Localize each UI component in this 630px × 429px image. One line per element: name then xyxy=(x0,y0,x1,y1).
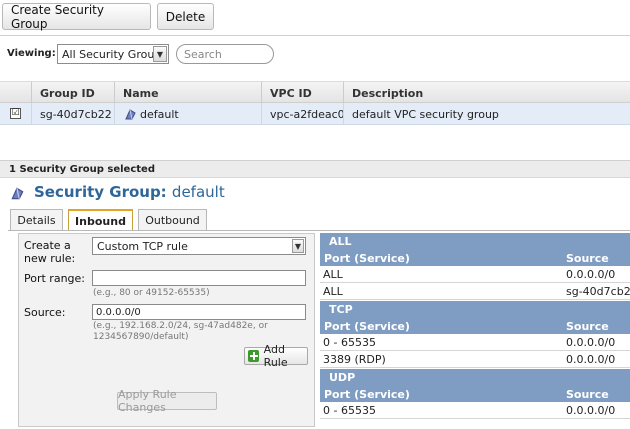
tab-divider xyxy=(8,230,630,231)
port-column-header: Port (Service) xyxy=(324,251,410,265)
cell-group-id: sg-40d7cb22 xyxy=(40,107,112,121)
chevron-down-icon[interactable]: ▼ xyxy=(292,239,304,253)
source-hint: (e.g., 192.168.2.0/24, sg-47ad482e, or xyxy=(93,321,268,331)
rule-port: 0 - 65535 xyxy=(323,403,376,417)
rule-row: ALL sg-40d7cb22 xyxy=(320,283,630,300)
source-column-header: Source xyxy=(566,251,609,265)
port-range-hint: (e.g., 80 or 49152-65535) xyxy=(93,288,210,298)
source-column-header: Source xyxy=(566,319,609,333)
add-rule-label: Add Rule xyxy=(263,343,288,369)
rule-port: 3389 (RDP) xyxy=(323,352,386,366)
create-rule-label: Create a xyxy=(24,239,71,252)
detail-title-prefix: Security Group: xyxy=(34,183,167,201)
tab-details[interactable]: Details xyxy=(10,209,63,230)
rule-port: ALL xyxy=(323,267,343,281)
rule-group-header: Port (Service) Source xyxy=(320,318,630,334)
delete-button[interactable]: Delete xyxy=(157,3,214,30)
rule-row: 0 - 65535 0.0.0.0/0 xyxy=(320,334,630,351)
rule-source: 0.0.0.0/0 xyxy=(566,267,616,281)
column-divider xyxy=(114,103,115,125)
rule-port: ALL xyxy=(323,284,343,298)
cell-vpc-id: vpc-a2fdeac0 xyxy=(270,107,345,121)
selection-status: 1 Security Group selected xyxy=(0,160,630,178)
rule-port: 0 - 65535 xyxy=(323,335,376,349)
port-column-header: Port (Service) xyxy=(324,319,410,333)
cell-name: default xyxy=(140,107,179,121)
rule-group-title: ALL xyxy=(320,233,630,250)
rule-type-select[interactable]: Custom TCP rule ▼ xyxy=(92,237,306,255)
detail-title: Security Group: default xyxy=(34,183,225,201)
rule-row: 0 - 65535 0.0.0.0/0 xyxy=(320,402,630,419)
rule-row: 3389 (RDP) 0.0.0.0/0 xyxy=(320,351,630,368)
rule-group-title: TCP xyxy=(320,301,630,318)
source-column-header: Source xyxy=(566,387,609,401)
apply-rule-changes-button[interactable]: Apply Rule Changes xyxy=(117,388,217,414)
search-input[interactable]: Search xyxy=(176,44,274,64)
tab-inbound[interactable]: Inbound xyxy=(68,209,133,231)
rule-source: 0.0.0.0/0 xyxy=(566,403,616,417)
chevron-down-icon[interactable]: ▼ xyxy=(153,46,167,62)
inbound-rules-list: ALL Port (Service) Source ALL 0.0.0.0/0 … xyxy=(320,233,630,429)
rule-source: 0.0.0.0/0 xyxy=(566,335,616,349)
viewing-label: Viewing: xyxy=(7,48,56,59)
rule-type-value: Custom TCP rule xyxy=(97,239,188,253)
port-column-header: Port (Service) xyxy=(324,387,410,401)
viewing-select[interactable]: All Security Groups ▼ xyxy=(57,44,169,64)
table-row[interactable]: ☑ sg-40d7cb22 default vpc-a2fdeac0 defau… xyxy=(0,103,630,125)
rule-source: sg-40d7cb22 xyxy=(566,284,630,298)
rule-group-title: UDP xyxy=(320,369,630,386)
table-header: Group ID Name VPC ID Description xyxy=(0,81,630,104)
cell-description: default VPC security group xyxy=(352,107,499,121)
column-header-name[interactable]: Name xyxy=(115,82,159,104)
source-hint-line2: 1234567890/default) xyxy=(93,332,189,342)
port-range-label: Port range: xyxy=(24,272,85,285)
column-header-vpc-id[interactable]: VPC ID xyxy=(262,82,312,104)
security-group-icon xyxy=(11,187,24,200)
rule-source: 0.0.0.0/0 xyxy=(566,352,616,366)
port-range-input[interactable] xyxy=(92,270,306,286)
source-input[interactable]: 0.0.0.0/0 xyxy=(92,304,306,320)
rule-group-header: Port (Service) Source xyxy=(320,386,630,402)
source-label: Source: xyxy=(24,306,66,319)
create-rule-label-line2: new rule: xyxy=(24,252,76,265)
rule-row: ALL 0.0.0.0/0 xyxy=(320,266,630,283)
tab-outbound[interactable]: Outbound xyxy=(138,209,207,230)
detail-title-value: default xyxy=(171,183,225,201)
column-header-group-id[interactable]: Group ID xyxy=(32,82,95,104)
add-rule-button[interactable]: Add Rule xyxy=(244,343,308,369)
row-checkbox[interactable]: ☑ xyxy=(10,108,21,119)
column-header-description[interactable]: Description xyxy=(344,82,423,104)
rule-group-header: Port (Service) Source xyxy=(320,250,630,266)
plus-icon xyxy=(248,350,259,362)
toolbar-divider xyxy=(0,35,630,36)
viewing-select-value: All Security Groups xyxy=(62,47,168,61)
create-security-group-button[interactable]: Create Security Group xyxy=(2,3,151,31)
